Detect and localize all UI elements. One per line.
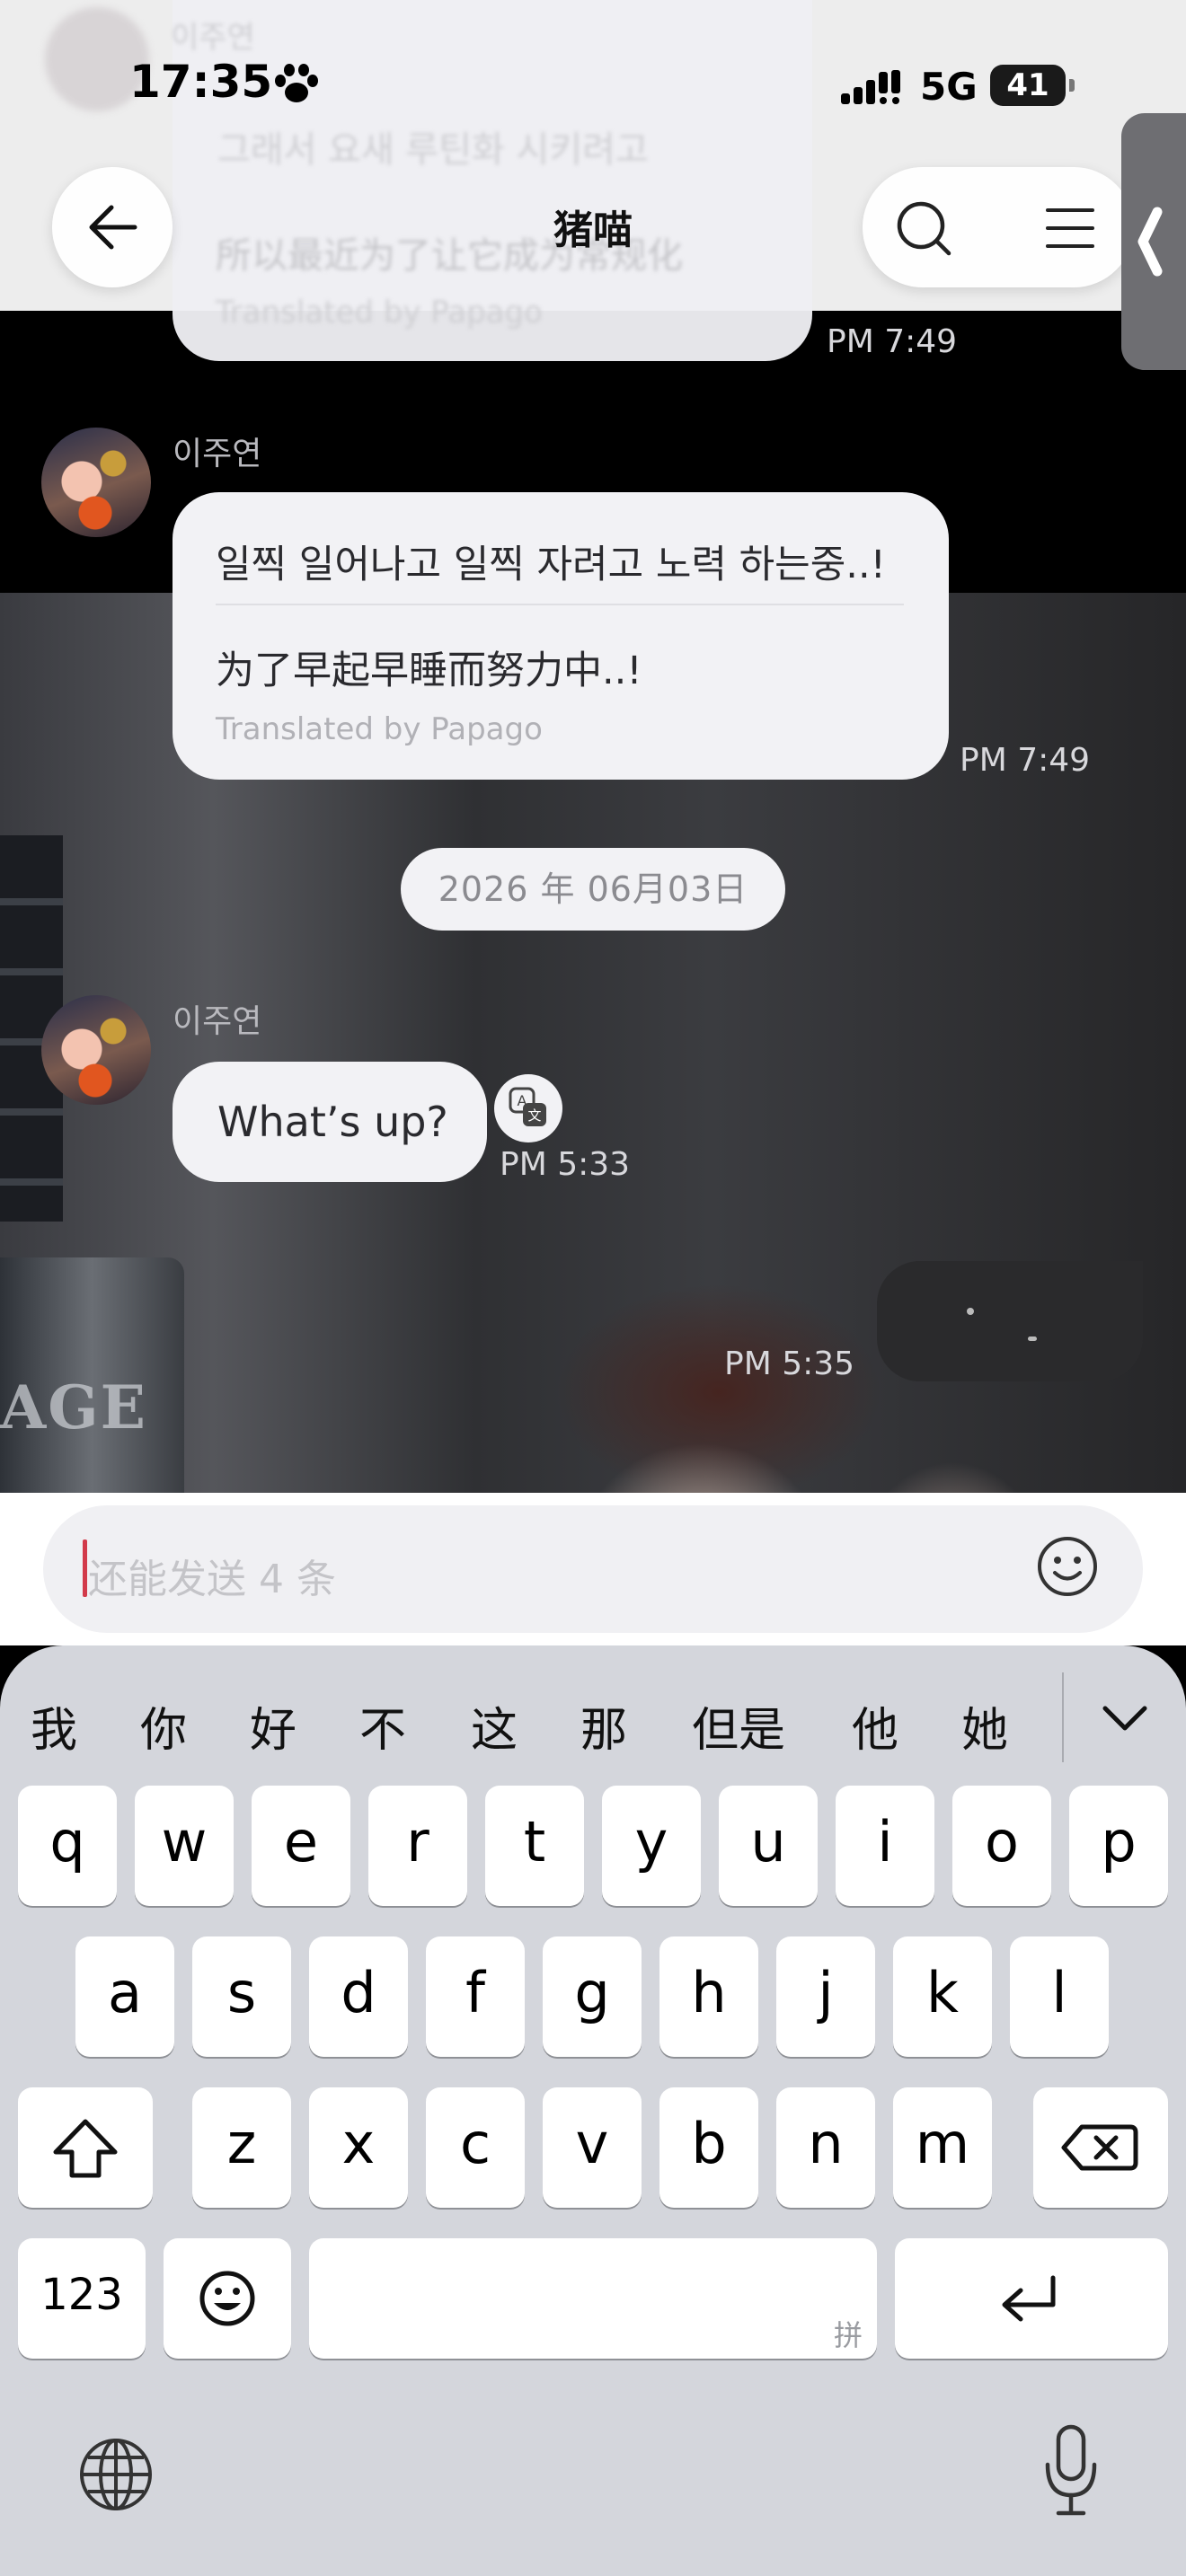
paw-icon <box>275 64 318 102</box>
candidate-word[interactable]: 她 <box>961 1692 1008 1760</box>
backspace-key[interactable] <box>1033 2087 1168 2208</box>
key-w[interactable]: w <box>135 1786 234 1906</box>
message-bubble: 그래서 요새 루틴화 시키려고 所以最近为了让它成为常规化 Translated… <box>173 0 812 361</box>
translation-divider <box>216 604 904 605</box>
key-n[interactable]: n <box>776 2087 875 2208</box>
message-text: What’s up? <box>217 1098 448 1146</box>
message-korean-text: 그래서 요새 루틴화 시키려고 <box>217 129 649 171</box>
candidate-word[interactable]: 他 <box>852 1692 898 1760</box>
key-k[interactable]: k <box>893 1936 992 2057</box>
globe-icon[interactable] <box>77 2436 155 2513</box>
key-m[interactable]: m <box>893 2087 992 2208</box>
translated-by-label: Translated by Papago <box>216 295 543 331</box>
header-actions <box>863 167 1134 287</box>
message-korean-text: 일찍 일어나고 일찍 자려고 노력 하는중..! <box>216 543 886 587</box>
candidate-word[interactable]: 好 <box>250 1692 296 1760</box>
key-c[interactable]: c <box>426 2087 525 2208</box>
collapse-tab-icon <box>1137 207 1163 277</box>
emoji-icon[interactable] <box>1035 1534 1100 1599</box>
translated-by-label: Translated by Papago <box>216 711 543 747</box>
candidate-word[interactable]: 我 <box>31 1692 77 1760</box>
return-key[interactable] <box>895 2238 1168 2359</box>
microphone-icon[interactable] <box>1042 2423 1100 2519</box>
key-h[interactable]: h <box>659 1936 758 2057</box>
sender-name: 이주연 <box>173 1003 262 1040</box>
message-chinese-text: 为了早起早睡而努力中..! <box>216 648 642 693</box>
key-l[interactable]: l <box>1010 1936 1109 2057</box>
candidate-word[interactable]: 那 <box>580 1692 627 1760</box>
battery-tip <box>1069 79 1075 92</box>
key-b[interactable]: b <box>659 2087 758 2208</box>
key-z[interactable]: z <box>192 2087 291 2208</box>
wallpaper-bottle-text: AGE <box>0 1372 147 1442</box>
key-i[interactable]: i <box>836 1786 934 1906</box>
key-v[interactable]: v <box>543 2087 642 2208</box>
keyboard: 我 你 好 不 这 那 但是 他 她 q w e r t y u i o p a… <box>0 1645 1186 2576</box>
message-bubble[interactable]: What’s up? <box>173 1062 487 1182</box>
key-y[interactable]: y <box>602 1786 701 1906</box>
sender-name: 이주연 <box>173 436 262 472</box>
return-icon <box>1002 2275 1056 2322</box>
status-time: 17:35 <box>129 56 273 108</box>
candidate-separator <box>1062 1672 1064 1762</box>
chevron-down-icon[interactable] <box>1098 1696 1152 1741</box>
input-placeholder: 还能发送 4 条 <box>88 1557 336 1602</box>
key-s[interactable]: s <box>192 1936 291 2057</box>
back-arrow-icon <box>89 205 137 250</box>
candidate-word[interactable]: 但是 <box>692 1692 785 1760</box>
key-e[interactable]: e <box>252 1786 350 1906</box>
backspace-icon <box>1061 2124 1138 2171</box>
translate-button[interactable]: A 文 <box>494 1074 562 1142</box>
space-key[interactable]: 拼 <box>309 2238 877 2359</box>
key-u[interactable]: u <box>719 1786 818 1906</box>
outgoing-message-bubble[interactable] <box>877 1261 1143 1381</box>
key-o[interactable]: o <box>952 1786 1051 1906</box>
network-type: 5G <box>920 65 978 109</box>
signal-icon <box>841 70 900 104</box>
key-p[interactable]: p <box>1069 1786 1168 1906</box>
numbers-key[interactable]: 123 <box>18 2238 146 2359</box>
emoji-key[interactable] <box>164 2238 291 2359</box>
menu-icon[interactable] <box>1042 201 1098 255</box>
collapse-side-tab[interactable] <box>1121 113 1186 370</box>
date-separator: 2026 年 06月03日 <box>401 848 785 931</box>
message-time: PM 7:49 <box>960 742 1091 779</box>
key-f[interactable]: f <box>426 1936 525 2057</box>
svg-text:文: 文 <box>527 1107 541 1124</box>
message-time: PM 5:33 <box>500 1146 631 1183</box>
emoji-keyboard-icon <box>199 2271 255 2326</box>
chat-header: 그래서 요새 루틴화 시키려고 所以最近为了让它成为常规化 Translated… <box>0 0 1186 361</box>
key-t[interactable]: t <box>485 1786 584 1906</box>
key-x[interactable]: x <box>309 2087 408 2208</box>
text-caret <box>83 1539 87 1597</box>
avatar[interactable] <box>41 428 151 537</box>
message-time: PM 5:35 <box>724 1345 855 1382</box>
sender-name: 이주연 <box>171 20 255 56</box>
pinyin-hint: 拼 <box>833 2318 863 2352</box>
avatar[interactable] <box>41 995 151 1105</box>
key-d[interactable]: d <box>309 1936 408 2057</box>
shift-key[interactable] <box>18 2087 153 2208</box>
message-bubble[interactable]: 일찍 일어나고 일찍 자려고 노력 하는중..! 为了早起早睡而努力中..! T… <box>173 492 949 780</box>
candidate-word[interactable]: 这 <box>471 1692 518 1760</box>
chat-title: 猪喵 <box>553 207 633 253</box>
key-g[interactable]: g <box>543 1936 642 2057</box>
message-time: PM 7:49 <box>827 323 958 360</box>
key-r[interactable]: r <box>368 1786 467 1906</box>
key-q[interactable]: q <box>18 1786 117 1906</box>
message-input-area: 还能发送 4 条 <box>0 1493 1186 1645</box>
key-j[interactable]: j <box>776 1936 875 2057</box>
key-a[interactable]: a <box>75 1936 174 2057</box>
shift-icon <box>53 2119 118 2178</box>
back-button[interactable] <box>52 167 173 287</box>
candidate-word[interactable]: 你 <box>140 1692 187 1760</box>
battery-icon: 41 <box>990 65 1066 106</box>
search-icon[interactable] <box>893 198 956 260</box>
translate-icon: A 文 <box>509 1087 546 1126</box>
candidate-word[interactable]: 不 <box>359 1692 406 1760</box>
candidate-bar: 我 你 好 不 这 那 但是 他 她 <box>0 1645 1186 1791</box>
